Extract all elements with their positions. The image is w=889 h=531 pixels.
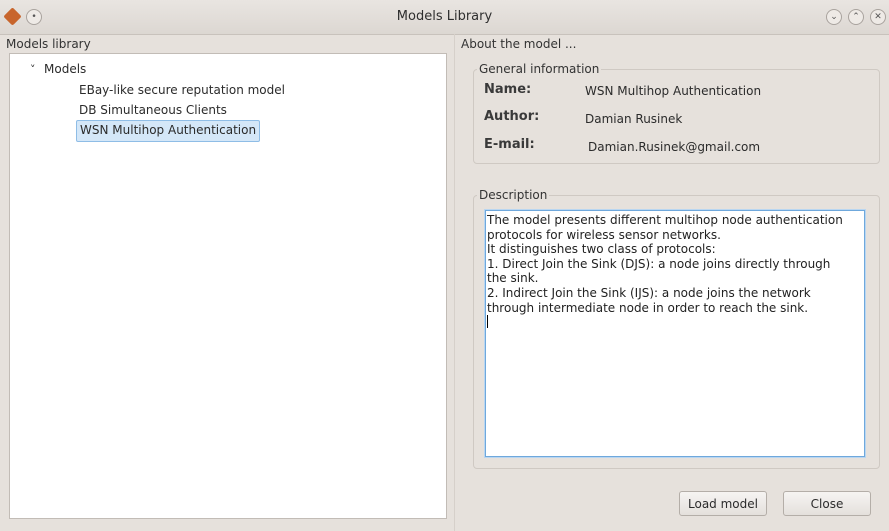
description-line: 1. Direct Join the Sink (DJS): a node jo… <box>487 256 831 271</box>
description-textarea[interactable]: The model presents different multihop no… <box>485 210 865 457</box>
email-value: Damian.Rusinek@gmail.com <box>588 140 761 154</box>
description-line: the sink. <box>487 271 539 286</box>
about-group-title: About the model ... <box>461 37 577 51</box>
tree-item-db-clients[interactable]: DB Simultaneous Clients <box>76 100 230 120</box>
description-line: The model presents different multihop no… <box>487 213 843 227</box>
maximize-icon: ⌃ <box>852 12 860 22</box>
description-line: protocols for wireless sensor networks. <box>487 227 721 242</box>
tree-root-models[interactable]: ˅ Models <box>30 59 86 79</box>
minimize-icon: ⌄ <box>830 12 838 22</box>
author-label: Author: <box>484 109 540 124</box>
load-model-button[interactable]: Load model <box>679 491 767 516</box>
close-icon: ✕ <box>874 12 882 22</box>
tree-item-wsn-auth[interactable]: WSN Multihop Authentication <box>76 120 261 142</box>
tree-root-label: Models <box>44 62 87 76</box>
description-line: It distinguishes two class of protocols: <box>487 242 716 257</box>
email-label: E-mail: <box>484 137 535 152</box>
text-caret <box>487 315 488 329</box>
close-button[interactable]: Close <box>783 491 871 516</box>
author-value: Damian Rusinek <box>585 112 683 126</box>
models-library-group-title: Models library <box>6 37 91 51</box>
description-line: through intermediate node in order to re… <box>487 300 809 315</box>
general-info-title: General information <box>477 62 602 76</box>
description-line: 2. Indirect Join the Sink (IJS): a node … <box>487 285 811 300</box>
name-label: Name: <box>484 82 532 97</box>
close-window-button[interactable]: ✕ <box>870 9 886 25</box>
description-title: Description <box>477 188 550 202</box>
maximize-button[interactable]: ⌃ <box>848 9 864 25</box>
models-tree[interactable]: ˅ Models EBay-like secure reputation mode… <box>9 53 447 519</box>
minimize-button[interactable]: ⌄ <box>826 9 842 25</box>
window-title: Models Library <box>396 9 493 24</box>
expand-arrow-icon[interactable]: ˅ <box>30 60 44 80</box>
tree-item-ebay-model[interactable]: EBay-like secure reputation model <box>76 80 288 100</box>
splitter[interactable] <box>454 34 455 531</box>
name-value: WSN Multihop Authentication <box>585 84 762 98</box>
title-bar[interactable]: • Models Library ⌄ ⌃ ✕ <box>0 0 889 35</box>
